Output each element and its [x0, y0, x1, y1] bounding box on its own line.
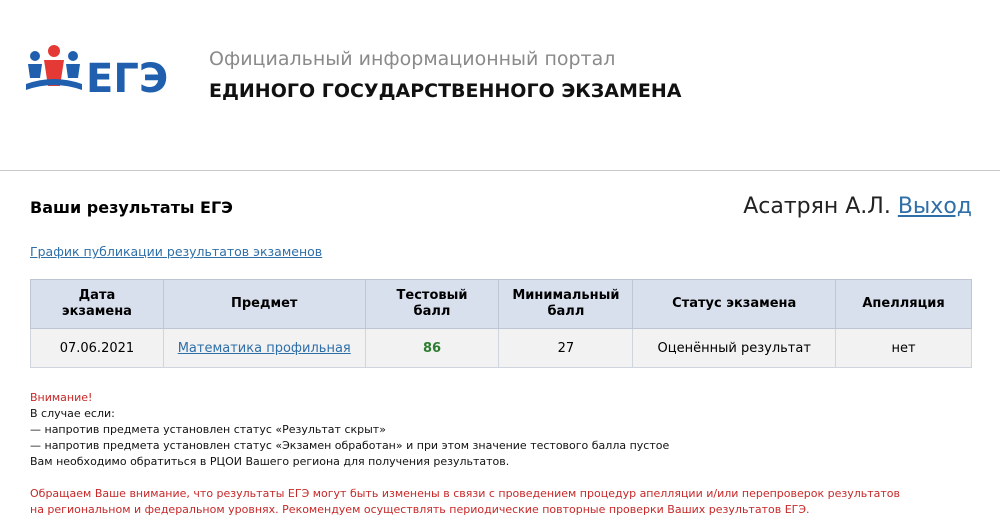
subject-link[interactable]: Математика профильная: [178, 341, 351, 356]
notice-line: Вам необходимо обратиться в РЦОИ Вашего …: [30, 455, 510, 468]
notice-line: — напротив предмета установлен статус «Р…: [30, 423, 386, 436]
ege-logo-icon: ЕГЭ: [26, 45, 168, 102]
col-header-subject: Предмет: [162, 279, 366, 329]
table-header-row: Дата экзамена Предмет Тестовый балл Минима…: [30, 279, 972, 329]
site-header: ЕГЭ Официальный информационный портал ЕД…: [0, 0, 1000, 171]
notice-heading: Внимание!: [30, 391, 93, 404]
cell-date: 07.06.2021: [30, 328, 164, 368]
cell-status: Оценённый результат: [632, 328, 837, 368]
warning-line: на региональном и федеральном уровнях. Р…: [30, 503, 810, 516]
ege-logo[interactable]: ЕГЭ: [26, 44, 172, 102]
col-header-status: Статус экзамена: [632, 279, 837, 329]
table-row: 07.06.2021 Математика профильная 86 27 О…: [30, 328, 972, 368]
col-header-appeal: Апелляция: [835, 279, 972, 329]
cell-test-score: 86: [364, 328, 500, 368]
page-title: Ваши результаты ЕГЭ: [30, 198, 233, 217]
portal-title: ЕДИНОГО ГОСУДАРСТВЕННОГО ЭКЗАМЕНА: [209, 80, 682, 102]
notice-block: Внимание! В случае если: — напротив пред…: [30, 390, 669, 470]
user-block: Асатрян А.Л. Выход: [743, 194, 972, 219]
col-header-date: Дата экзамена: [30, 279, 164, 329]
notice-line: В случае если:: [30, 407, 115, 420]
warning-block: Обращаем Ваше внимание, что результаты Е…: [30, 486, 900, 518]
logo-text: ЕГЭ: [86, 56, 168, 102]
cell-subject: Математика профильная: [162, 328, 366, 368]
logout-link[interactable]: Выход: [898, 194, 972, 219]
user-name: Асатрян А.Л.: [743, 194, 891, 219]
notice-line: — напротив предмета установлен статус «Э…: [30, 439, 670, 452]
results-table: Дата экзамена Предмет Тестовый балл Минима…: [30, 279, 972, 368]
col-header-test-score: Тестовый балл: [364, 279, 500, 329]
col-header-min-score: Минимальный балл: [498, 279, 634, 329]
portal-subtitle: Официальный информационный портал: [209, 48, 616, 70]
cell-appeal: нет: [835, 328, 972, 368]
warning-line: Обращаем Ваше внимание, что результаты Е…: [30, 487, 901, 500]
schedule-link[interactable]: График публикации результатов экзаменов: [30, 244, 322, 259]
cell-min-score: 27: [498, 328, 634, 368]
